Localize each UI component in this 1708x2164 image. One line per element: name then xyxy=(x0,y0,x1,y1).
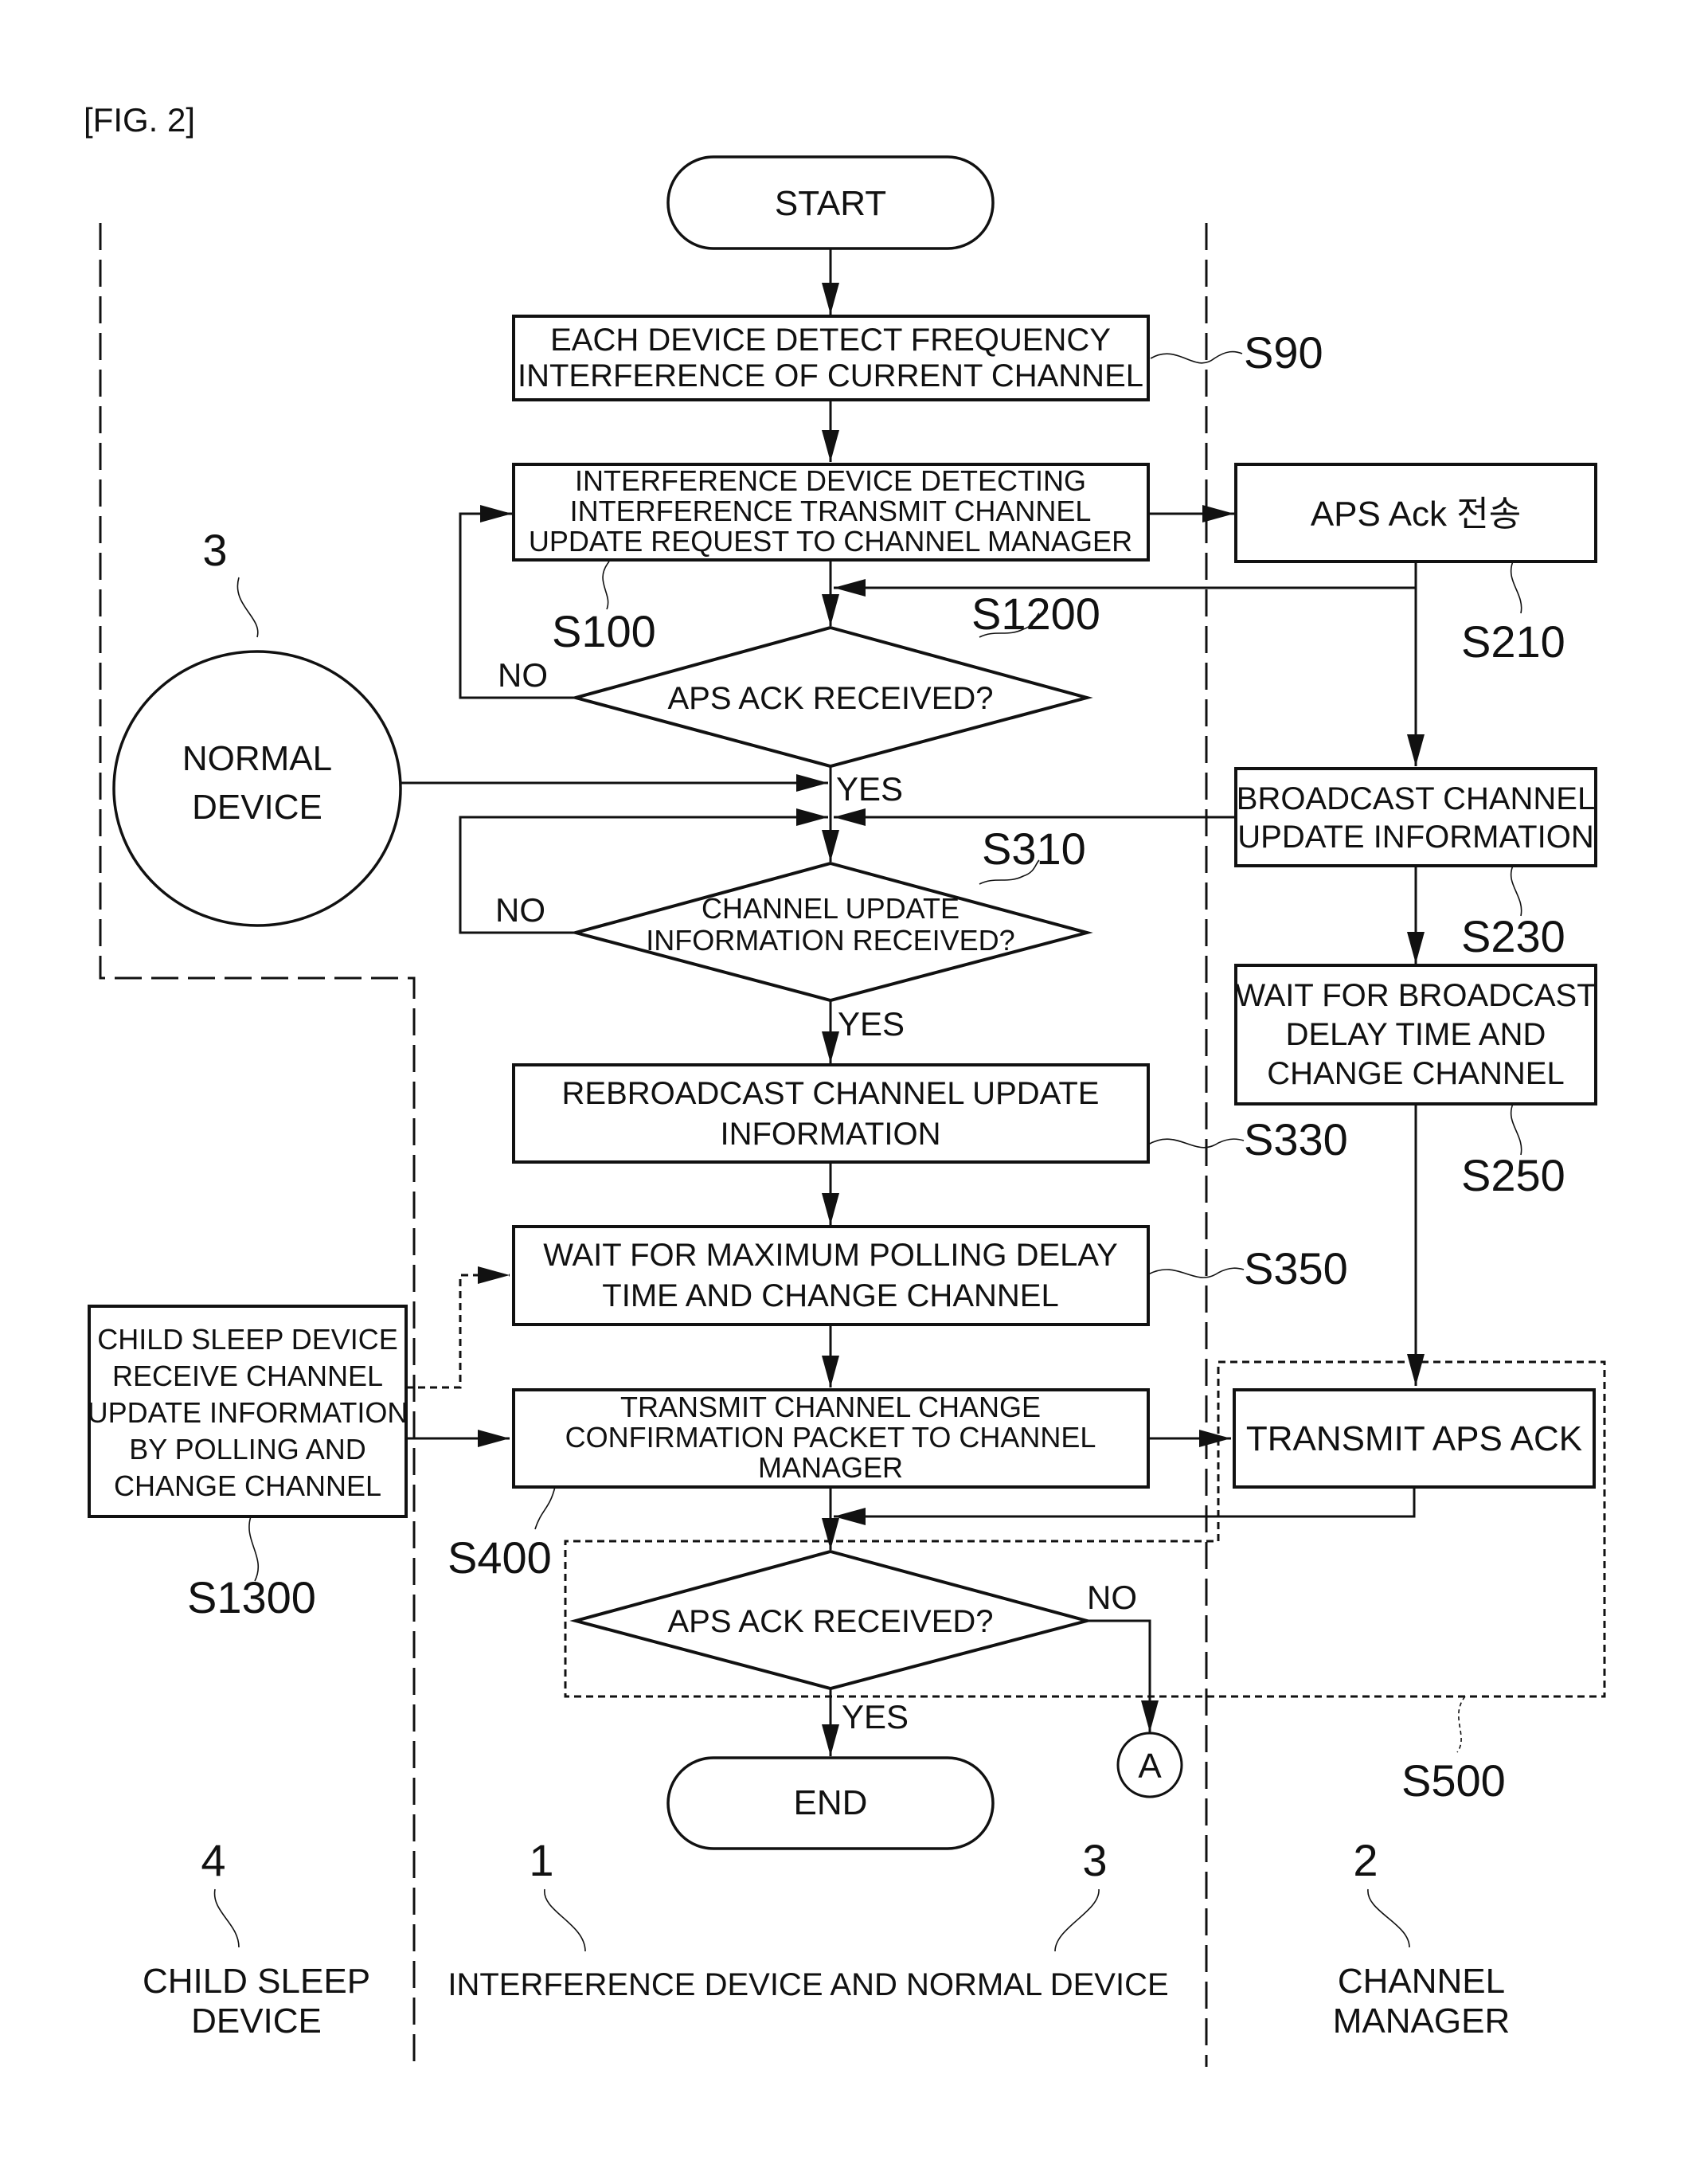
s1200-yes-label: YES xyxy=(836,770,903,808)
s1200-step-id: S1200 xyxy=(971,589,1100,639)
lane-manager-leader xyxy=(1367,1888,1410,1948)
connector-a-label: A xyxy=(1138,1747,1162,1786)
lane-interference-label: INTERFERENCE DEVICE AND NORMAL DEVICE xyxy=(448,1967,1168,2002)
s100-leader xyxy=(602,561,610,610)
s250-line-1: WAIT FOR BROADCAST xyxy=(1235,978,1596,1013)
s500-question: APS ACK RECEIVED? xyxy=(667,1604,993,1639)
s500-no-label: NO xyxy=(1087,1579,1137,1616)
s400-step-id: S400 xyxy=(448,1532,552,1583)
lane-manager-line-2: MANAGER xyxy=(1333,2002,1510,2041)
s250-leader xyxy=(1511,1103,1522,1156)
lane-normal-ref: 3 xyxy=(1082,1835,1107,1885)
figure-title: [FIG. 2] xyxy=(84,101,195,139)
lane-manager-line-1: CHANNEL xyxy=(1338,1962,1505,2001)
s350-line-2: TIME AND CHANGE CHANNEL xyxy=(602,1278,1058,1313)
s90-line-1: EACH DEVICE DETECT FREQUENCY xyxy=(550,323,1111,358)
normal-device-line-2: DEVICE xyxy=(192,788,322,827)
lane-manager-ref: 2 xyxy=(1353,1835,1378,1885)
start-label: START xyxy=(775,184,886,223)
lane-child-ref: 4 xyxy=(201,1835,225,1885)
s1200-question: APS ACK RECEIVED? xyxy=(667,681,993,716)
s100-line-2: INTERFERENCE TRANSMIT CHANNEL xyxy=(570,495,1092,527)
s400-leader xyxy=(534,1486,556,1530)
s500-transmit-ack-label: TRANSMIT APS ACK xyxy=(1246,1419,1582,1458)
s350-step-id: S350 xyxy=(1244,1243,1348,1293)
s230-leader xyxy=(1511,865,1522,917)
end-label: END xyxy=(794,1783,868,1822)
s330-leader xyxy=(1147,1138,1245,1149)
s230-step-id: S230 xyxy=(1461,911,1565,961)
s330-step-id: S330 xyxy=(1244,1114,1348,1164)
s250-line-2: DELAY TIME AND xyxy=(1286,1017,1546,1052)
normal-device-leader xyxy=(236,577,259,638)
arrow-final-no-to-a xyxy=(1087,1619,1159,1732)
flowchart-figure: [FIG. 2] START EACH DEVICE DETECT FREQUE… xyxy=(84,101,1606,2067)
s310-step-id: S310 xyxy=(982,824,1086,874)
s230-line-1: BROADCAST CHANNEL xyxy=(1237,781,1595,816)
s90-step-id: S90 xyxy=(1244,327,1323,378)
arrow-transmit-ack-to-decision xyxy=(834,1487,1416,1525)
s1300-line-4: BY POLLING AND xyxy=(129,1433,365,1465)
lane-interference-ref: 1 xyxy=(529,1835,553,1885)
s1300-line-1: CHILD SLEEP DEVICE xyxy=(97,1323,397,1356)
s90-leader xyxy=(1150,350,1243,364)
s400-line-3: MANAGER xyxy=(758,1451,903,1484)
s500-yes-label: YES xyxy=(842,1698,909,1736)
lane-child-line-1: CHILD SLEEP xyxy=(143,1962,370,2001)
s1200-no-label: NO xyxy=(498,656,548,694)
s1300-line-2: RECEIVE CHANNEL xyxy=(112,1360,383,1392)
s500-leader xyxy=(1456,1696,1466,1753)
s100-line-1: INTERFERENCE DEVICE DETECTING xyxy=(575,464,1086,497)
s500-step-id: S500 xyxy=(1401,1755,1506,1806)
s400-line-1: TRANSMIT CHANNEL CHANGE xyxy=(620,1391,1041,1423)
s310-no-label: NO xyxy=(495,891,545,929)
lane-divider-left xyxy=(99,223,416,2067)
s330-line-2: INFORMATION xyxy=(720,1117,940,1152)
s310-line-1: CHANNEL UPDATE xyxy=(702,892,960,925)
lane-child-leader xyxy=(213,1888,240,1948)
s210-leader xyxy=(1510,561,1522,614)
s350-line-1: WAIT FOR MAXIMUM POLLING DELAY xyxy=(543,1238,1118,1273)
normal-device-line-1: NORMAL xyxy=(182,739,332,778)
s250-step-id: S250 xyxy=(1461,1150,1565,1200)
s1300-leader xyxy=(248,1516,260,1582)
s210-label: APS Ack 전송 xyxy=(1311,495,1521,534)
s1300-step-id: S1300 xyxy=(187,1572,316,1622)
s310-yes-label: YES xyxy=(838,1005,905,1043)
s100-step-id: S100 xyxy=(552,606,656,656)
s210-step-id: S210 xyxy=(1461,616,1565,667)
lane-interference-leader xyxy=(544,1888,586,1952)
s330-line-1: REBROADCAST CHANNEL UPDATE xyxy=(562,1076,1100,1111)
arrow-s1300-dotted-to-s350 xyxy=(406,1266,510,1389)
lane-normal-leader xyxy=(1054,1888,1100,1952)
s230-line-2: UPDATE INFORMATION xyxy=(1237,820,1593,855)
s90-line-2: INTERFERENCE OF CURRENT CHANNEL xyxy=(518,358,1143,393)
s100-line-3: UPDATE REQUEST TO CHANNEL MANAGER xyxy=(529,525,1132,558)
s250-line-3: CHANGE CHANNEL xyxy=(1267,1056,1564,1091)
s310-line-2: INFORMATION RECEIVED? xyxy=(646,924,1014,957)
s1300-line-3: UPDATE INFORMATION xyxy=(88,1396,408,1429)
lane-child-line-2: DEVICE xyxy=(191,2002,322,2041)
normal-device-ref: 3 xyxy=(202,525,227,575)
s1300-line-5: CHANGE CHANNEL xyxy=(114,1469,381,1502)
s400-line-2: CONFIRMATION PACKET TO CHANNEL xyxy=(565,1421,1096,1454)
s350-leader xyxy=(1147,1267,1245,1278)
